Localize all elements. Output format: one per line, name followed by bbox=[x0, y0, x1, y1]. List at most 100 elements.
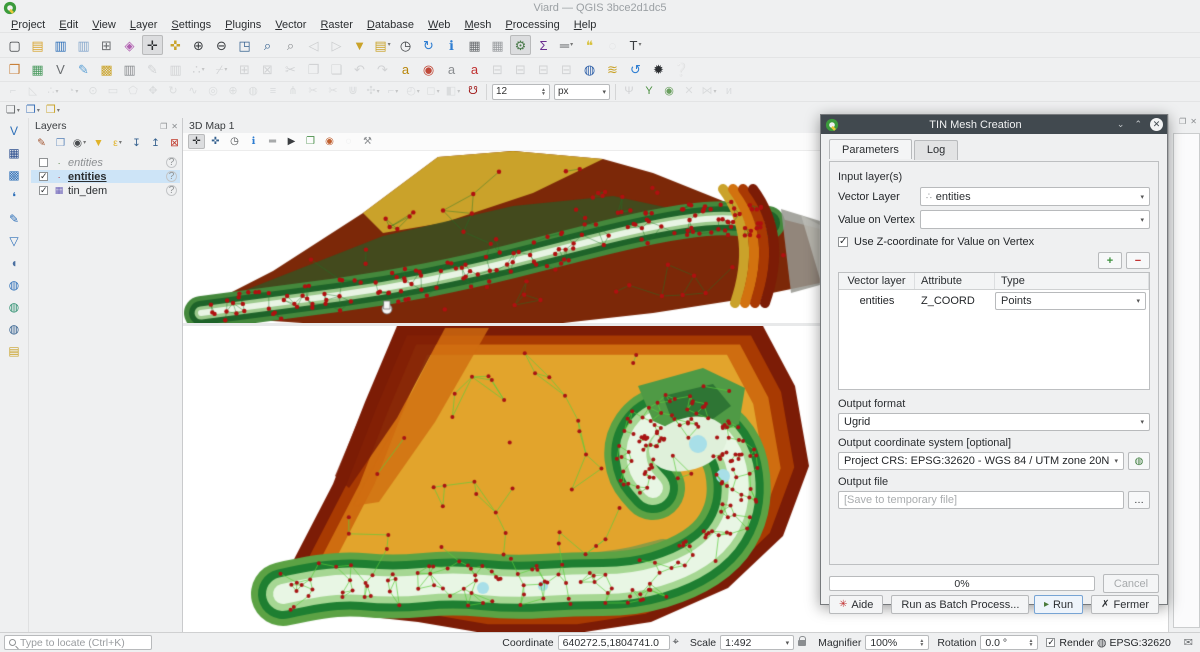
save-edits-icon[interactable]: ▥ bbox=[165, 60, 186, 80]
new-bookmark-icon[interactable]: ▼ bbox=[349, 35, 370, 55]
redo-icon[interactable]: ↷ bbox=[372, 60, 393, 80]
delete-selected-icon[interactable]: ⊠ bbox=[257, 60, 278, 80]
processing-toolbox-icon[interactable]: ⚙ bbox=[510, 35, 531, 55]
ellipse-tool-icon[interactable]: ⊙ bbox=[84, 84, 102, 100]
topology-check-icon[interactable]: ◉ bbox=[660, 84, 678, 100]
undo-icon[interactable]: ↶ bbox=[349, 60, 370, 80]
tree-symbol-icon[interactable]: Ψ bbox=[620, 84, 638, 100]
menu-item[interactable]: View bbox=[85, 19, 123, 31]
layer-label[interactable]: tin_dem bbox=[68, 185, 166, 197]
tab-parameters[interactable]: Parameters bbox=[829, 139, 912, 159]
new-mesh-layer-icon[interactable]: ▩ bbox=[4, 165, 25, 185]
clear-tool-icon[interactable]: ✕ bbox=[680, 84, 698, 100]
layer-tin-dem[interactable]: ▦ tin_dem ? bbox=[31, 184, 180, 197]
move-label-icon[interactable]: ⊟ bbox=[487, 60, 508, 80]
rotate-point-icon[interactable]: ◴ bbox=[404, 84, 422, 100]
menu-item[interactable]: Settings bbox=[164, 19, 218, 31]
rotation-spinbox[interactable]: 0.0 °▲▼ bbox=[980, 635, 1038, 650]
intersection-icon[interactable]: ⋈ bbox=[700, 84, 718, 100]
new-annotation-icon[interactable]: ◌ bbox=[602, 35, 623, 55]
paste-features-icon[interactable]: ❑ bbox=[326, 60, 347, 80]
remove-row-button[interactable]: − bbox=[1126, 252, 1150, 269]
layer-crs-warning-badge[interactable]: ? bbox=[166, 185, 177, 196]
measure-line-icon[interactable]: ═ bbox=[556, 35, 577, 55]
new-project-icon[interactable]: ▢ bbox=[4, 35, 25, 55]
style-manager-icon[interactable]: ◈ bbox=[119, 35, 140, 55]
open-project-icon[interactable]: ▤ bbox=[27, 35, 48, 55]
layer-labeling-icon[interactable]: a bbox=[395, 60, 416, 80]
menu-item[interactable]: Processing bbox=[498, 19, 566, 31]
zoom-to-selection-icon[interactable]: ⌕ bbox=[257, 35, 278, 55]
trim-extend-icon[interactable]: ⌐ bbox=[384, 84, 402, 100]
identify-3d-icon[interactable]: ℹ bbox=[245, 134, 262, 149]
tab-log[interactable]: Log bbox=[914, 140, 958, 160]
processing-history-icon[interactable]: ↺ bbox=[625, 60, 646, 80]
type-combo[interactable]: Points▾ bbox=[995, 292, 1146, 310]
field-calculator-icon[interactable]: ▦ bbox=[487, 35, 508, 55]
new-vector-layer-icon[interactable]: V bbox=[4, 121, 25, 141]
new-mesh-layer-icon[interactable]: ▩ bbox=[96, 60, 117, 80]
remove-layer-icon[interactable]: ⊠ bbox=[166, 135, 183, 151]
map-tips-icon[interactable]: ❝ bbox=[579, 35, 600, 55]
delete-layout-icon[interactable]: ❒ bbox=[44, 103, 62, 119]
layer-visibility-checkbox[interactable] bbox=[39, 172, 48, 181]
dialog-titlebar[interactable]: TIN Mesh Creation ⌄ ⌃ ✕ bbox=[821, 115, 1167, 134]
fill-ring-icon[interactable]: ◍ bbox=[244, 84, 262, 100]
color-tool-icon[interactable]: ◧ bbox=[444, 84, 462, 100]
float-panel-icon[interactable]: ❐ bbox=[160, 122, 167, 131]
extents-tracking-icon[interactable]: ⌖ bbox=[673, 636, 679, 649]
construction-mode-icon[interactable]: ◺ bbox=[24, 84, 42, 100]
close-dialog-icon[interactable]: ✕ bbox=[1150, 118, 1163, 131]
effects-icon[interactable]: ◌ bbox=[340, 134, 357, 149]
add-part-icon[interactable]: ⊕ bbox=[224, 84, 242, 100]
layout-manager-icon[interactable]: ⊞ bbox=[96, 35, 117, 55]
tracing-icon[interactable]: ᴎ bbox=[720, 84, 738, 100]
split-parts-icon[interactable]: ✂ bbox=[324, 84, 342, 100]
add-wcs-layer-icon[interactable]: ◍ bbox=[4, 297, 25, 317]
manage-visibility-icon[interactable]: ◉ bbox=[71, 135, 88, 151]
move-feature-icon[interactable]: ✥ bbox=[144, 84, 162, 100]
toggle-editing-icon[interactable]: ✎ bbox=[142, 60, 163, 80]
new-point-cloud-icon[interactable]: ❛ bbox=[4, 187, 25, 207]
vector-layer-combo[interactable]: ∴ entities ▾ bbox=[920, 187, 1150, 206]
help-button[interactable]: ✳Aide bbox=[829, 595, 883, 614]
duplicate-layout-icon[interactable]: ❐ bbox=[24, 103, 42, 119]
map-theme-icon[interactable]: ◉ bbox=[321, 134, 338, 149]
new-raster-layer-icon[interactable]: ▦ bbox=[4, 143, 25, 163]
pin-labels-icon[interactable]: a bbox=[441, 60, 462, 80]
split-features-icon[interactable]: ✂ bbox=[304, 84, 322, 100]
zoom-full-icon[interactable]: ◳ bbox=[234, 35, 255, 55]
measure-3d-icon[interactable]: ═ bbox=[264, 134, 281, 149]
pan-to-selection-icon[interactable]: ✜ bbox=[165, 35, 186, 55]
add-gpx-layer-icon[interactable]: ▤ bbox=[4, 341, 25, 361]
show-hide-labels-icon[interactable]: ⊟ bbox=[510, 60, 531, 80]
render-checkbox[interactable]: Render bbox=[1046, 637, 1093, 649]
close-panel-icon[interactable]: ✕ bbox=[1190, 117, 1197, 126]
output-format-combo[interactable]: Ugrid ▾ bbox=[838, 413, 1150, 431]
symbol-tool-icon[interactable]: ◻ bbox=[424, 84, 442, 100]
crs-globe-icon[interactable]: ◍ bbox=[1097, 636, 1107, 649]
spin-arrows-icon[interactable]: ▲▼ bbox=[541, 88, 546, 96]
configure-3d-icon[interactable]: ⚒ bbox=[359, 134, 376, 149]
run-button[interactable]: ▸Run bbox=[1034, 595, 1083, 614]
statistics-icon[interactable]: Σ bbox=[533, 35, 554, 55]
advanced-digitize-icon[interactable]: ⌿ bbox=[211, 60, 232, 80]
new-virtual-layer-icon[interactable]: ▥ bbox=[119, 60, 140, 80]
menu-item[interactable]: Vector bbox=[268, 19, 313, 31]
menu-item[interactable]: Edit bbox=[52, 19, 85, 31]
animation-icon[interactable]: ◷ bbox=[226, 134, 243, 149]
zoom-next-icon[interactable]: ▷ bbox=[326, 35, 347, 55]
run-as-batch-button[interactable]: Run as Batch Process... bbox=[891, 595, 1029, 614]
layer-entities-hidden[interactable]: ∙ entities ? bbox=[31, 156, 180, 169]
coordinate-field[interactable]: 640272.5,1804741.0 bbox=[558, 635, 670, 650]
menu-item[interactable]: Database bbox=[360, 19, 421, 31]
filter-legend-icon[interactable]: ▼ bbox=[90, 135, 107, 151]
menu-item[interactable]: Help bbox=[567, 19, 604, 31]
close-panel-icon[interactable]: ✕ bbox=[171, 122, 178, 131]
cad-tools-icon[interactable]: ⌐ bbox=[4, 84, 22, 100]
use-z-coordinate-checkbox[interactable]: Use Z-coordinate for Value on Vertex bbox=[838, 236, 1150, 248]
shade-dialog-icon[interactable]: ⌄ bbox=[1117, 119, 1125, 130]
scale-combo[interactable]: 1:492▾ bbox=[720, 635, 794, 650]
layer-label[interactable]: entities bbox=[68, 171, 166, 183]
layer-label[interactable]: entities bbox=[68, 157, 166, 169]
